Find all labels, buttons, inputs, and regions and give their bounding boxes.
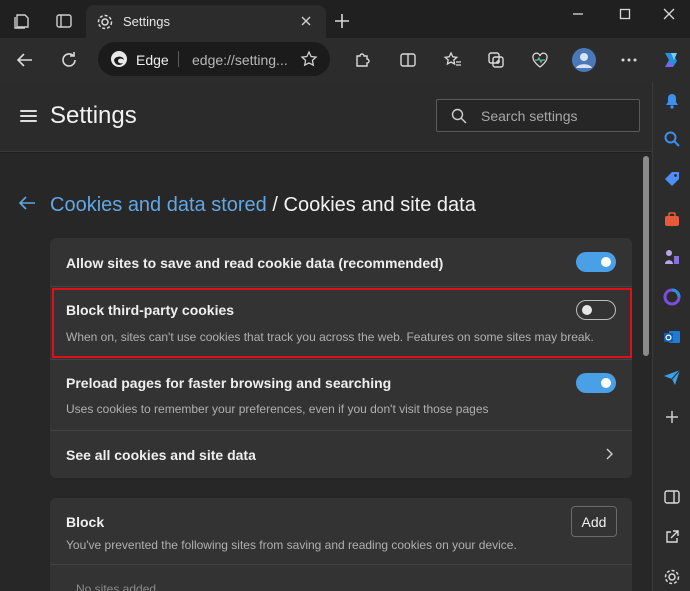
cookie-settings-card: Allow sites to save and read cookie data…: [50, 238, 632, 478]
bell-icon[interactable]: [663, 92, 681, 110]
browser-toolbar: Edge edge://setting...: [0, 38, 690, 82]
maximize-button[interactable]: [607, 4, 643, 24]
address-url[interactable]: edge://setting...: [192, 52, 288, 68]
profile-avatar-icon[interactable]: [571, 47, 597, 73]
preload-pages-row: Preload pages for faster browsing and se…: [50, 360, 632, 430]
allow-cookies-title: Allow sites to save and read cookie data…: [66, 255, 444, 271]
title-bar: Settings: [0, 0, 690, 42]
address-brand-label: Edge: [136, 52, 169, 68]
allow-cookies-row: Allow sites to save and read cookie data…: [50, 238, 632, 286]
block-sites-card: Block You've prevented the following sit…: [50, 498, 632, 591]
gear-icon[interactable]: [663, 568, 681, 586]
menu-icon[interactable]: [20, 110, 37, 123]
right-sidebar: [652, 82, 690, 591]
copilot-icon[interactable]: [658, 47, 684, 73]
highlight-box: [52, 288, 632, 358]
search-box[interactable]: [436, 99, 640, 132]
block-empty-text: No sites added: [76, 582, 157, 591]
gear-icon: [96, 13, 114, 31]
tab-actions-icon[interactable]: [52, 9, 76, 33]
breadcrumb: Cookies and data stored / Cookies and si…: [50, 194, 476, 217]
window-close-button[interactable]: [651, 4, 687, 24]
scrollbar-thumb[interactable]: [643, 156, 649, 356]
refresh-icon[interactable]: [56, 47, 82, 73]
preload-pages-title: Preload pages for faster browsing and se…: [66, 375, 392, 391]
more-icon[interactable]: [616, 47, 642, 73]
minimize-button[interactable]: [560, 4, 596, 24]
see-all-cookies-row[interactable]: See all cookies and site data: [50, 431, 632, 478]
edge-logo-icon: [110, 50, 128, 68]
add-blocked-site-button[interactable]: Add: [571, 506, 617, 537]
block-section-description: You've prevented the following sites fro…: [66, 538, 517, 552]
search-icon: [451, 108, 467, 124]
shopping-tag-icon[interactable]: [663, 170, 681, 188]
sidebar-toggle-icon[interactable]: [663, 488, 681, 506]
search-input[interactable]: [481, 106, 631, 126]
split-screen-icon[interactable]: [395, 47, 421, 73]
address-bar[interactable]: Edge edge://setting...: [98, 42, 330, 76]
favorites-icon[interactable]: [440, 47, 466, 73]
browser-essentials-icon[interactable]: [527, 47, 553, 73]
preload-pages-description: Uses cookies to remember your preference…: [66, 402, 489, 416]
external-link-icon[interactable]: [663, 528, 681, 546]
breadcrumb-separator: /: [272, 194, 278, 216]
back-arrow-icon[interactable]: [12, 47, 38, 73]
divider: [50, 564, 632, 565]
collections-icon[interactable]: [483, 47, 509, 73]
block-section-title: Block: [66, 514, 105, 530]
star-icon[interactable]: [300, 50, 318, 68]
close-icon[interactable]: [298, 13, 314, 29]
send-icon[interactable]: [663, 368, 681, 386]
preload-pages-toggle[interactable]: [576, 373, 616, 393]
chevron-right-icon: [602, 447, 616, 461]
workspaces-icon[interactable]: [10, 9, 34, 33]
plus-icon[interactable]: [330, 9, 354, 33]
search-icon[interactable]: [663, 130, 681, 148]
copilot-app-icon[interactable]: [663, 288, 681, 306]
see-all-cookies-title: See all cookies and site data: [66, 447, 256, 463]
games-icon[interactable]: [663, 248, 681, 266]
outlook-icon[interactable]: [663, 328, 681, 346]
settings-header: Settings: [0, 82, 652, 152]
tab-title: Settings: [123, 14, 170, 29]
back-arrow-icon[interactable]: [18, 193, 38, 213]
breadcrumb-parent-link[interactable]: Cookies and data stored: [50, 194, 267, 216]
tools-icon[interactable]: [663, 210, 681, 228]
breadcrumb-current: Cookies and site data: [283, 194, 476, 216]
puzzle-icon[interactable]: [349, 47, 375, 73]
add-icon[interactable]: [663, 408, 681, 426]
tab-settings[interactable]: Settings: [86, 5, 326, 38]
page-title: Settings: [50, 102, 137, 129]
address-divider: [178, 51, 179, 67]
allow-cookies-toggle[interactable]: [576, 252, 616, 272]
